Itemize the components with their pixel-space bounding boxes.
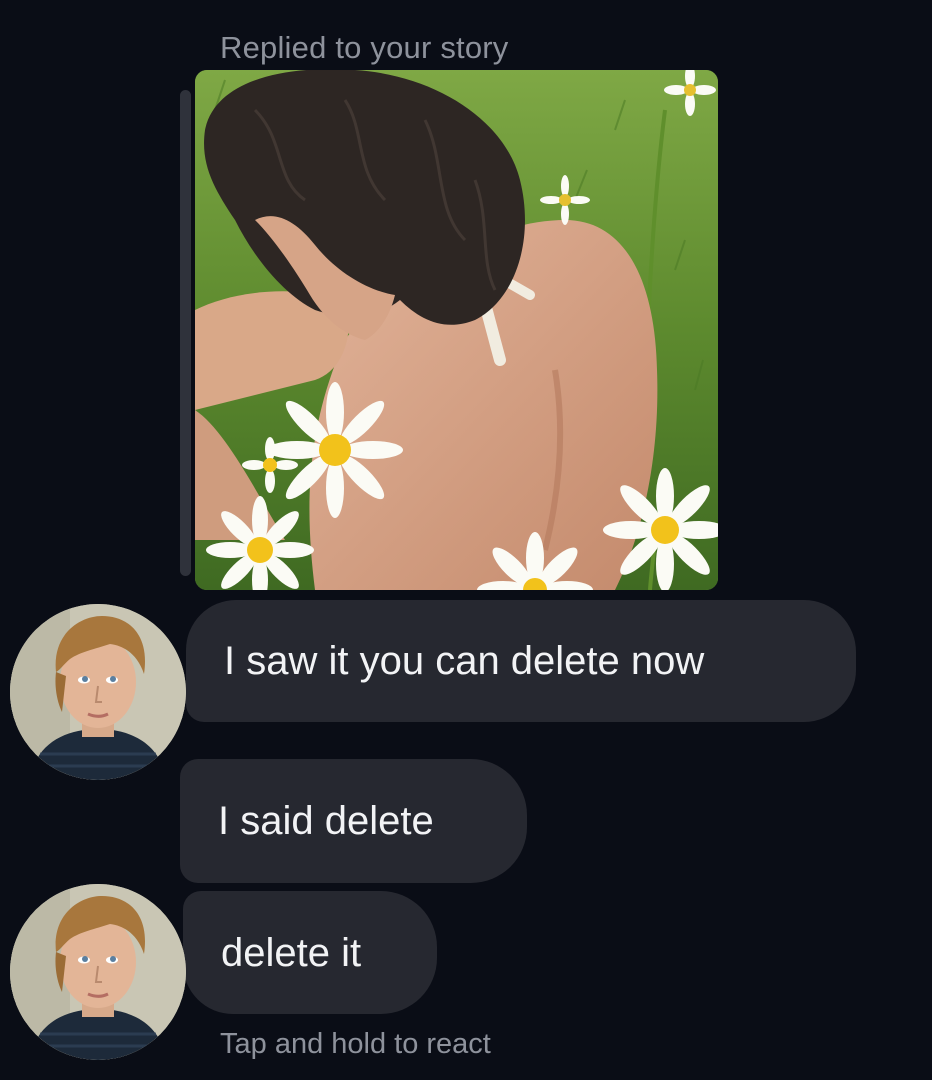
chat-screen: Replied to your story I saw it you can d… [0,0,932,1080]
sender-avatar[interactable] [10,604,186,780]
message-text: I saw it you can delete now [224,639,705,683]
message-bubble[interactable]: I saw it you can delete now [186,600,856,722]
sender-avatar[interactable] [10,884,186,1060]
story-photo-icon [195,70,718,590]
reply-indicator-bar [180,90,191,576]
story-thumbnail[interactable] [195,70,718,590]
replied-to-story-label: Replied to your story [220,30,509,65]
message-bubble[interactable]: I said delete [180,759,527,883]
person-avatar-icon [10,884,186,1060]
tap-hold-hint: Tap and hold to react [220,1028,491,1060]
message-text: I said delete [218,799,434,843]
person-avatar-icon [10,604,186,780]
message-text: delete it [221,930,362,975]
message-bubble[interactable]: delete it [183,891,437,1014]
